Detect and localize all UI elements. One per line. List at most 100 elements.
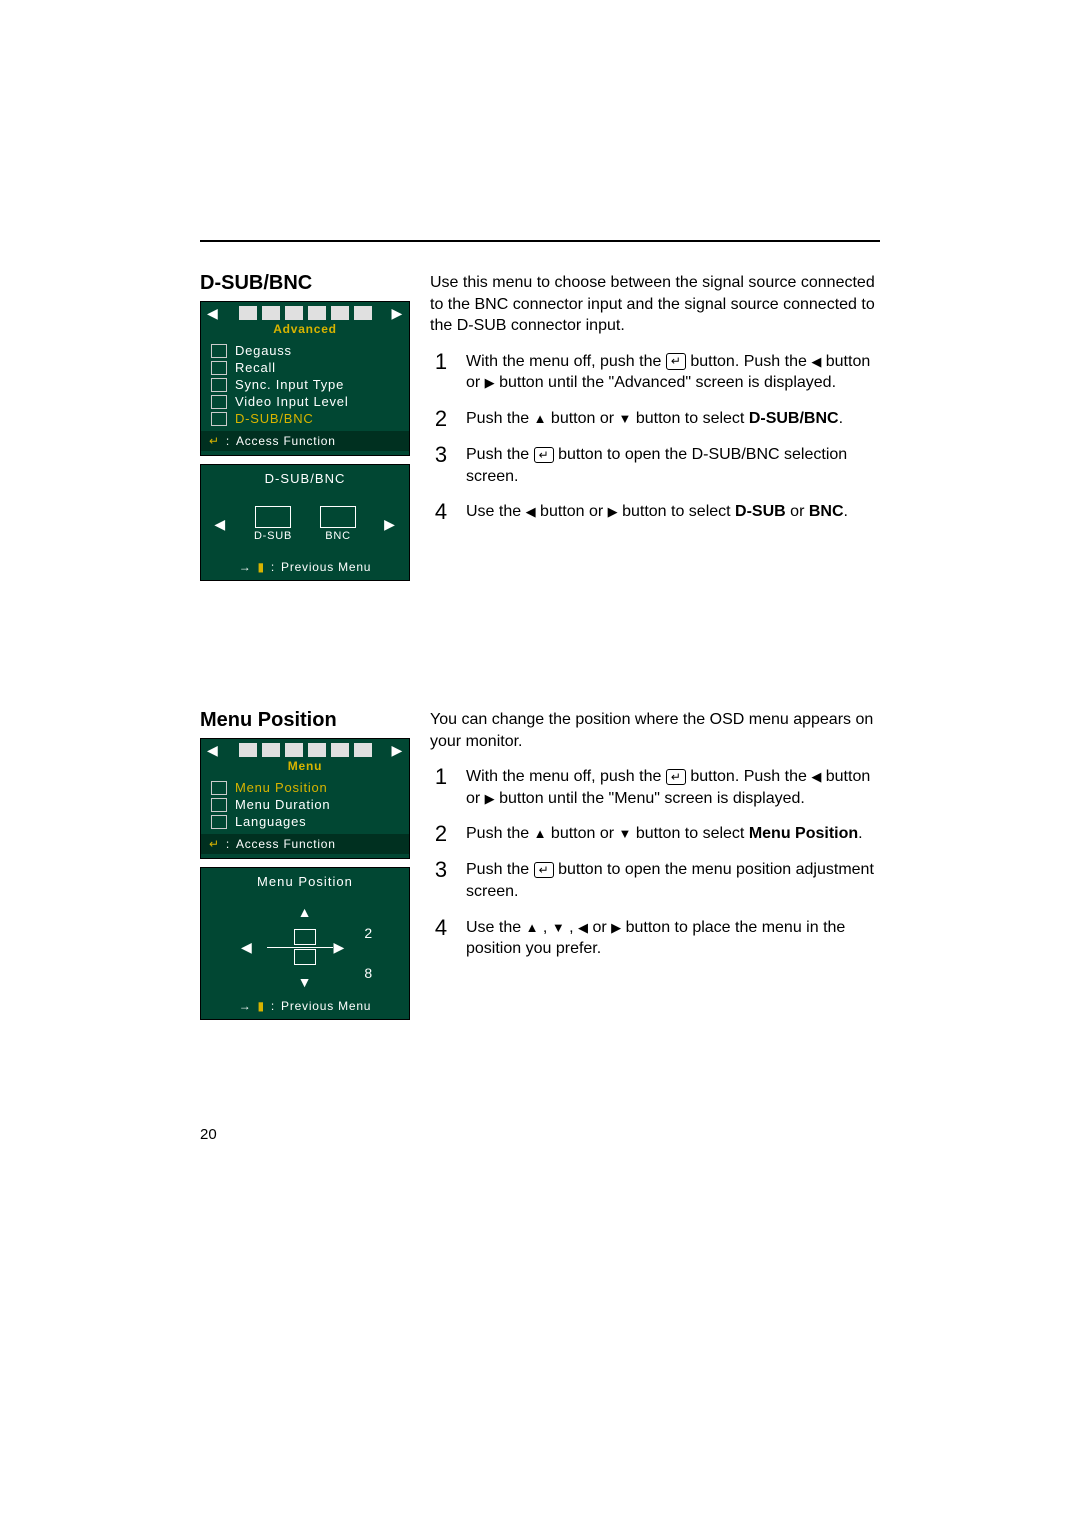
step-3: 3 Push the ↵ button to open the menu pos… [430,859,880,902]
tab-icon [354,743,372,757]
up-triangle-icon: ▲ [534,826,547,841]
tab-icon [331,743,349,757]
step-1: 1 With the menu off, push the ↵ button. … [430,766,880,809]
osd-item-selected: D-SUB/BNC [211,410,399,427]
languages-icon [211,815,227,829]
osd-footer: ↵: Access Function [201,834,409,854]
up-triangle-icon: ▲ [534,411,547,426]
choice-bnc: BNC [320,506,356,542]
osd-item: Video Input Level [211,393,399,410]
down-triangle-icon: ▼ [552,920,565,935]
choice-dsub: D-SUB [254,506,292,542]
bnc-connector-icon [320,506,356,528]
right-triangle-icon: ▶ [485,791,495,806]
right-triangle-icon: ▶ [608,504,618,519]
down-triangle-icon: ▼ [619,826,632,841]
osd-item: Recall [211,359,399,376]
page-number: 20 [200,1126,217,1143]
right-arrow-icon: ▶ [333,940,345,954]
h-indicator-icon [294,929,316,945]
position-adjust-graphic: ▲ ▼ ◀ ▶ 2 8 [235,905,375,989]
up-arrow-icon: ▲ [298,905,313,919]
tab-icon [331,306,349,320]
enter-button-icon: ↵ [666,353,686,369]
section-title: D-SUB/BNC [200,272,410,295]
osd-title: Advanced [201,322,409,338]
osd-menu-position-subpanel: Menu Position ▲ ▼ ◀ ▶ 2 8 →▮: Previous M… [200,867,410,1020]
enter-key-icon: ↵ [209,837,220,851]
osd-advanced-panel: ◀ ▶ Advanced Degauss Recall Sync. [200,301,410,456]
subpanel-title: Menu Position [201,868,409,899]
osd-dsub-bnc-subpanel: D-SUB/BNC ◀ D-SUB BNC ▶ →▮: Previous Me [200,464,410,581]
tab-icon [262,306,280,320]
step-symbol: 3 [430,444,452,487]
horizontal-rule [200,240,880,242]
osd-item: Degauss [211,342,399,359]
right-triangle-icon: ▶ [611,920,621,935]
h-value: 2 [364,925,373,941]
section-intro: Use this menu to choose between the sign… [430,272,880,337]
tab-icon [308,306,326,320]
left-arrow-icon: ◀ [241,940,253,954]
menu-position-icon [211,781,227,795]
exit-icon: → [239,560,252,574]
tab-icon [262,743,280,757]
right-arrow-icon: ▶ [391,743,403,757]
subpanel-title: D-SUB/BNC [201,465,409,496]
down-triangle-icon: ▼ [619,411,632,426]
right-arrow-icon: ▶ [384,517,396,531]
left-triangle-icon: ◀ [811,354,821,369]
step-symbol: 2 [430,408,452,430]
left-arrow-icon: ◀ [207,306,219,320]
enter-key-icon: ↵ [209,434,220,448]
tab-icon [239,306,257,320]
section-title: Menu Position [200,709,410,732]
osd-item: Menu Duration [211,796,399,813]
tab-icon [285,743,303,757]
enter-button-icon: ↵ [534,447,554,463]
dsub-connector-icon [255,506,291,528]
right-triangle-icon: ▶ [485,375,495,390]
enter-button-icon: ↵ [666,769,686,785]
left-arrow-icon: ◀ [214,517,226,531]
step-2: 2 Push the ▲ button or ▼ button to selec… [430,408,880,430]
footer-label: Access Function [236,434,336,448]
degauss-icon [211,344,227,358]
section-intro: You can change the position where the OS… [430,709,880,752]
left-triangle-icon: ◀ [811,769,821,784]
osd-tab-row: ◀ ▶ [201,739,409,759]
section-dsub-bnc: D-SUB/BNC ◀ ▶ Advanced Dega [200,272,880,589]
right-arrow-icon: ▶ [391,306,403,320]
tab-icon [354,306,372,320]
tab-icon [285,306,303,320]
v-indicator-icon [294,949,316,965]
level-icon [211,395,227,409]
exit-key-icon: ▮ [258,999,265,1013]
osd-item-selected: Menu Position [211,779,399,796]
step-symbol: 1 [430,351,452,394]
enter-button-icon: ↵ [534,862,554,878]
step-1: 1 With the menu off, push the ↵ button. … [430,351,880,394]
osd-menu-panel: ◀ ▶ Menu Menu Position Menu Duration [200,738,410,859]
osd-item: Sync. Input Type [211,376,399,393]
previous-menu-row: →▮: Previous Menu [201,556,409,576]
osd-footer: ↵: Access Function [201,431,409,451]
step-symbol: 1 [430,766,452,809]
osd-menu-list: Degauss Recall Sync. Input Type Video In… [201,338,409,431]
down-arrow-icon: ▼ [298,975,313,989]
sync-icon [211,378,227,392]
step-symbol: 3 [430,859,452,902]
up-triangle-icon: ▲ [526,920,539,935]
left-triangle-icon: ◀ [578,920,588,935]
osd-title: Menu [201,759,409,775]
previous-menu-row: →▮: Previous Menu [201,995,409,1015]
osd-tab-row: ◀ ▶ [201,302,409,322]
step-4: 4 Use the ◀ button or ▶ button to select… [430,501,880,523]
step-symbol: 4 [430,501,452,523]
step-symbol: 2 [430,823,452,845]
tab-icon [239,743,257,757]
section-menu-position: Menu Position ◀ ▶ Menu Menu [200,709,880,1028]
tab-icon [308,743,326,757]
step-symbol: 4 [430,917,452,960]
exit-icon: → [239,999,252,1013]
